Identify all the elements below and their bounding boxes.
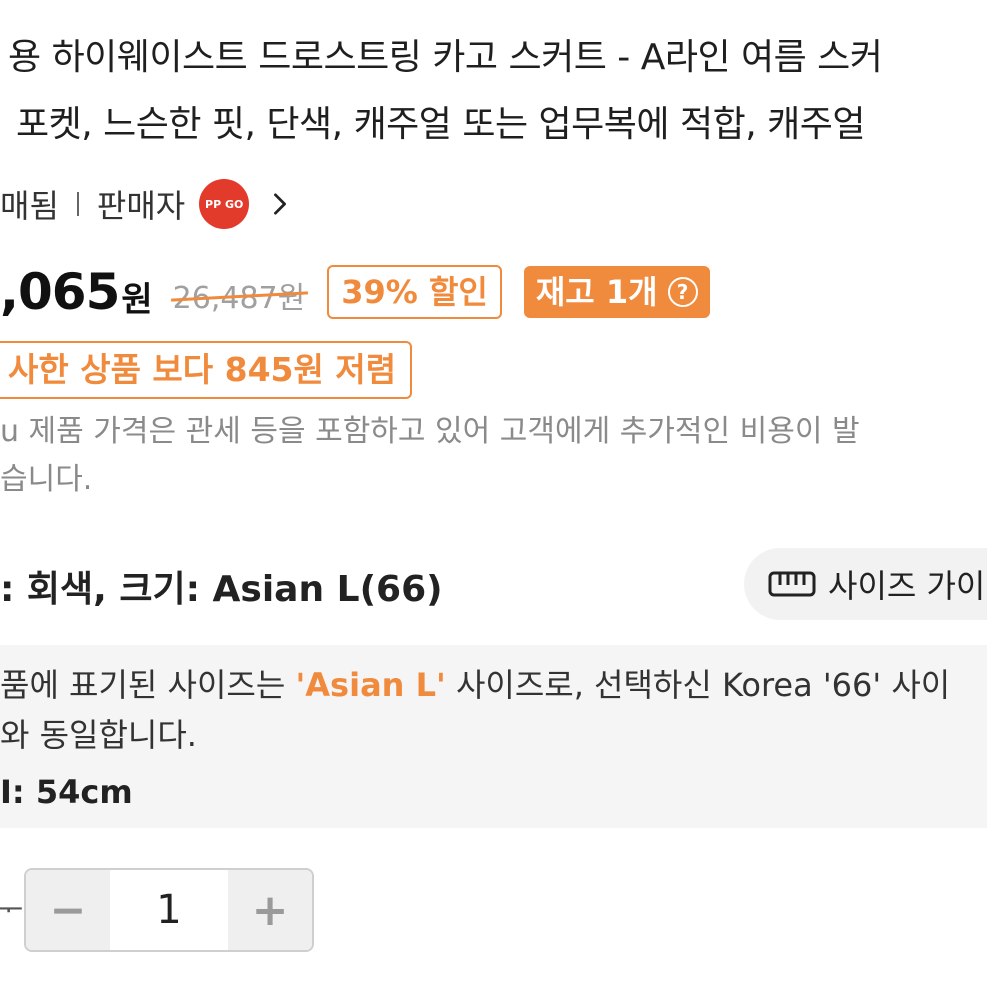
product-detail-page: 용 하이웨이스트 드로스트링 카고 스커트 - A라인 여름 스커 포켓, 느슨…	[0, 0, 987, 987]
size-guide-label: 사이즈 가이	[828, 567, 986, 605]
product-title-line-2: 포켓, 느슨한 핏, 단색, 캐주얼 또는 업무복에 적합, 캐주얼	[16, 104, 865, 145]
seller-divider	[76, 192, 79, 216]
decrease-button[interactable]: −	[26, 870, 110, 950]
size-info-line-1-post: 사이즈로, 선택하신 Korea '66' 사이	[445, 666, 951, 704]
selected-option: : 회색, 크기: Asian L(66)	[0, 569, 443, 610]
price-row: ,065 원 26,487원 39% 할인 재고 1개 ?	[0, 262, 710, 322]
quantity-label: ᅮ	[0, 890, 24, 928]
sold-count-text: 매됨	[0, 187, 59, 225]
product-title-line-1: 용 하이웨이스트 드로스트링 카고 스커트 - A라인 여름 스커	[8, 37, 883, 78]
seller-label: 판매자	[96, 187, 186, 225]
quantity-value[interactable]: 1	[110, 870, 228, 950]
price-notice: u 제품 가격은 관세 등을 포함하고 있어 고객에게 추가적인 비용이 발 습…	[0, 408, 860, 504]
stock-label: 재고 1개	[535, 273, 658, 311]
chevron-right-icon[interactable]	[269, 193, 291, 215]
seller-logo[interactable]: PP GO	[199, 179, 250, 229]
price-notice-line-1: u 제품 가격은 관세 등을 포함하고 있어 고객에게 추가적인 비용이 발	[0, 414, 860, 449]
seller-row[interactable]: 매됨 판매자 PP GO	[0, 179, 291, 229]
discount-badge: 39% 할인	[327, 265, 502, 319]
quantity-stepper[interactable]: − 1 +	[24, 868, 314, 952]
size-info-line-1: 품에 표기된 사이즈는 'Asian L' 사이즈로, 선택하신 Korea '…	[0, 660, 950, 706]
size-info-measurement: I: 54cm	[0, 773, 133, 811]
price-notice-line-2: 습니다.	[0, 462, 93, 497]
current-price: ,065	[0, 263, 120, 321]
size-info-accent: 'Asian L'	[295, 666, 446, 704]
stock-badge[interactable]: 재고 1개 ?	[523, 266, 710, 318]
size-info-line-2: 와 동일합니다.	[0, 716, 197, 754]
increase-button[interactable]: +	[228, 870, 312, 950]
ruler-icon	[768, 571, 816, 597]
size-info-line-1-pre: 품에 표기된 사이즈는	[0, 666, 296, 704]
price-currency: 원	[121, 279, 153, 320]
size-guide-button[interactable]: 사이즈 가이	[744, 548, 987, 620]
title-truncation-fade	[897, 100, 987, 154]
cheaper-than-similar-badge: 사한 상품 보다 845원 저렴	[0, 341, 413, 399]
original-price: 26,487원	[173, 273, 306, 317]
question-circle-icon[interactable]: ?	[667, 277, 698, 307]
